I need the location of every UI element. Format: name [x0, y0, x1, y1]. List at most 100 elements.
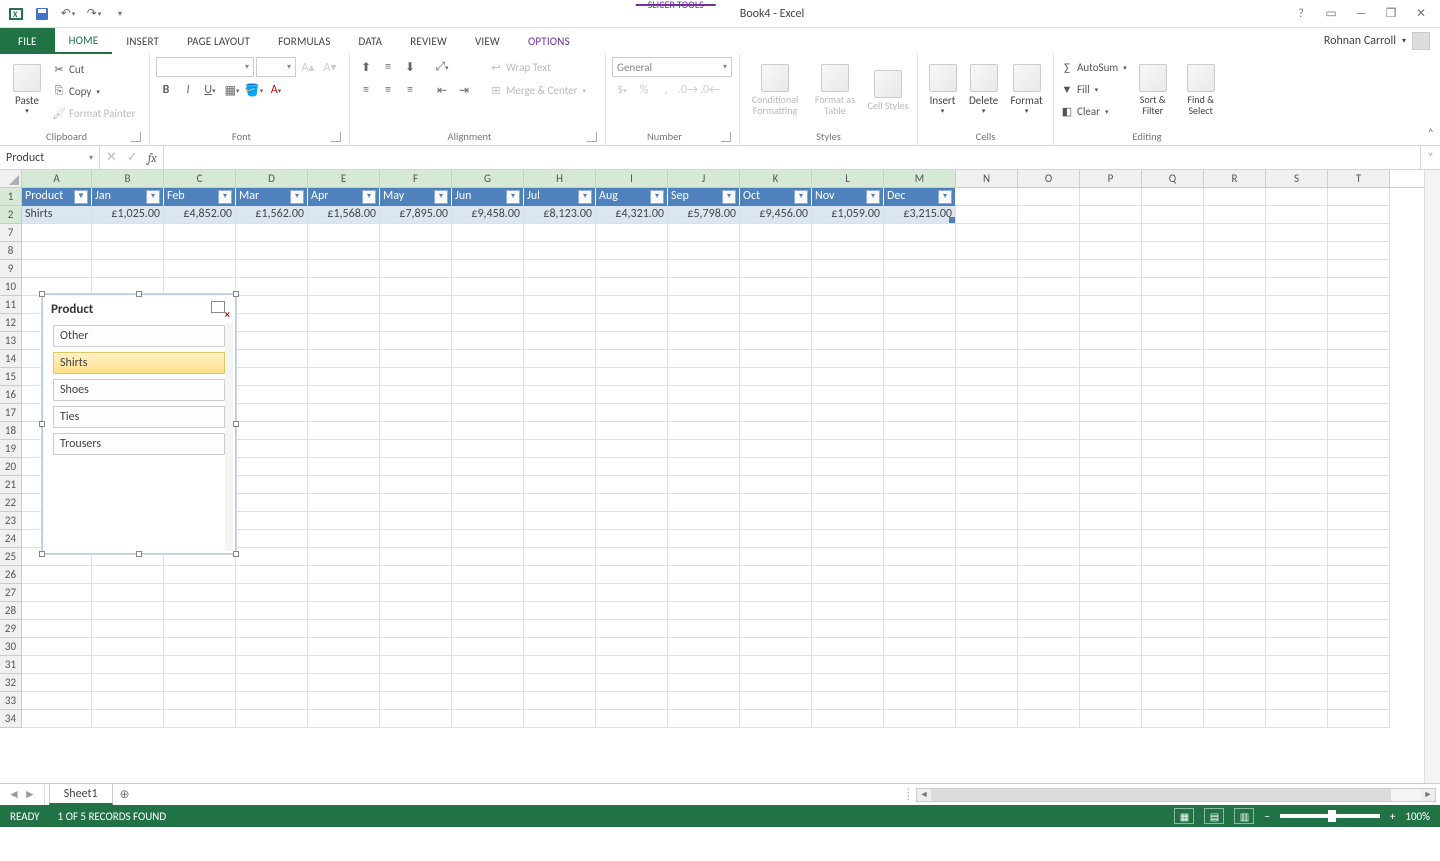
cell[interactable]	[812, 692, 884, 710]
paste-button[interactable]: Paste▾	[6, 57, 48, 123]
filter-dropdown-icon[interactable]: ▼	[74, 190, 88, 204]
cell[interactable]	[308, 638, 380, 656]
cell[interactable]	[1080, 314, 1142, 332]
sort-filter-button[interactable]: Sort & Filter	[1131, 57, 1175, 123]
increase-indent-button[interactable]: ⇥	[454, 80, 474, 100]
cell[interactable]	[164, 566, 236, 584]
cell[interactable]	[956, 674, 1018, 692]
cell[interactable]	[884, 638, 956, 656]
cell[interactable]	[1018, 692, 1080, 710]
filter-dropdown-icon[interactable]: ▾	[362, 190, 376, 204]
cell[interactable]	[380, 350, 452, 368]
font-name-combo[interactable]: ▾	[156, 57, 254, 77]
cell[interactable]: £5,798.00	[668, 206, 740, 224]
cell[interactable]	[884, 278, 956, 296]
cell[interactable]	[596, 260, 668, 278]
cell[interactable]	[884, 260, 956, 278]
cell[interactable]	[452, 602, 524, 620]
cell[interactable]	[884, 386, 956, 404]
cell[interactable]	[884, 548, 956, 566]
tab-data[interactable]: DATA	[344, 28, 396, 54]
cell[interactable]	[1142, 476, 1204, 494]
cell[interactable]	[380, 656, 452, 674]
cell[interactable]	[1204, 188, 1266, 206]
accounting-format-button[interactable]: $▾	[612, 80, 632, 100]
cell[interactable]	[308, 224, 380, 242]
row-header[interactable]: 1	[0, 188, 22, 206]
row-header[interactable]: 8	[0, 242, 22, 260]
cell[interactable]	[164, 710, 236, 728]
cell[interactable]	[956, 368, 1018, 386]
cell[interactable]	[1204, 476, 1266, 494]
cell[interactable]	[1204, 512, 1266, 530]
cell[interactable]	[524, 530, 596, 548]
cell[interactable]	[452, 656, 524, 674]
cell[interactable]	[1204, 584, 1266, 602]
cell[interactable]	[452, 260, 524, 278]
cell[interactable]	[1080, 530, 1142, 548]
cell[interactable]	[164, 674, 236, 692]
cell[interactable]	[380, 458, 452, 476]
collapse-ribbon-icon[interactable]: ˄	[1428, 127, 1434, 141]
merge-center-button[interactable]: ⊞Merge & Center▾	[484, 80, 591, 100]
cell[interactable]	[956, 710, 1018, 728]
cell[interactable]	[308, 242, 380, 260]
cell[interactable]	[1328, 566, 1390, 584]
cell[interactable]	[1204, 224, 1266, 242]
cell[interactable]	[452, 422, 524, 440]
decrease-decimal-button[interactable]: .0←	[700, 80, 720, 100]
fill-button[interactable]: ▼Fill▾	[1060, 79, 1127, 99]
cell[interactable]	[236, 638, 308, 656]
cell[interactable]	[884, 224, 956, 242]
cell[interactable]	[308, 368, 380, 386]
cell[interactable]	[668, 350, 740, 368]
expand-formula-bar-icon[interactable]: ˅	[1420, 146, 1440, 169]
cell[interactable]	[956, 422, 1018, 440]
cell[interactable]	[1142, 278, 1204, 296]
cell[interactable]	[884, 710, 956, 728]
clear-filter-icon[interactable]	[211, 301, 227, 317]
shrink-font-button[interactable]: A▾	[320, 57, 340, 77]
cell[interactable]	[524, 548, 596, 566]
cell[interactable]	[524, 638, 596, 656]
cell[interactable]	[92, 674, 164, 692]
row-header[interactable]: 30	[0, 638, 22, 656]
cell[interactable]	[1018, 440, 1080, 458]
fx-icon[interactable]: fx	[148, 151, 157, 165]
cell[interactable]	[596, 242, 668, 260]
cell[interactable]	[22, 584, 92, 602]
cell[interactable]	[524, 674, 596, 692]
cell[interactable]	[1018, 638, 1080, 656]
cell[interactable]	[596, 314, 668, 332]
cell[interactable]	[1204, 620, 1266, 638]
cell[interactable]	[236, 332, 308, 350]
cell[interactable]	[1142, 422, 1204, 440]
cell[interactable]	[1080, 296, 1142, 314]
table-header-cell[interactable]: Dec▾	[884, 188, 956, 206]
cell[interactable]	[164, 224, 236, 242]
cell[interactable]	[1142, 332, 1204, 350]
cell[interactable]	[1266, 692, 1328, 710]
cell[interactable]	[1328, 314, 1390, 332]
cell[interactable]	[956, 260, 1018, 278]
cell[interactable]	[812, 638, 884, 656]
cell[interactable]	[380, 404, 452, 422]
cell[interactable]	[308, 458, 380, 476]
cell[interactable]	[1142, 494, 1204, 512]
cell[interactable]	[1018, 242, 1080, 260]
filter-dropdown-icon[interactable]: ▾	[290, 190, 304, 204]
cell[interactable]	[22, 656, 92, 674]
row-header[interactable]: 34	[0, 710, 22, 728]
cell[interactable]	[740, 242, 812, 260]
cell[interactable]	[1080, 422, 1142, 440]
column-header[interactable]: S	[1266, 170, 1328, 187]
cell[interactable]	[740, 332, 812, 350]
row-header[interactable]: 11	[0, 296, 22, 314]
cell[interactable]	[596, 674, 668, 692]
cell[interactable]	[956, 476, 1018, 494]
cell[interactable]	[1018, 368, 1080, 386]
enter-formula-icon[interactable]: ✓	[127, 150, 138, 165]
row-header[interactable]: 15	[0, 368, 22, 386]
font-color-button[interactable]: A▾	[266, 80, 286, 100]
cell[interactable]	[1018, 332, 1080, 350]
